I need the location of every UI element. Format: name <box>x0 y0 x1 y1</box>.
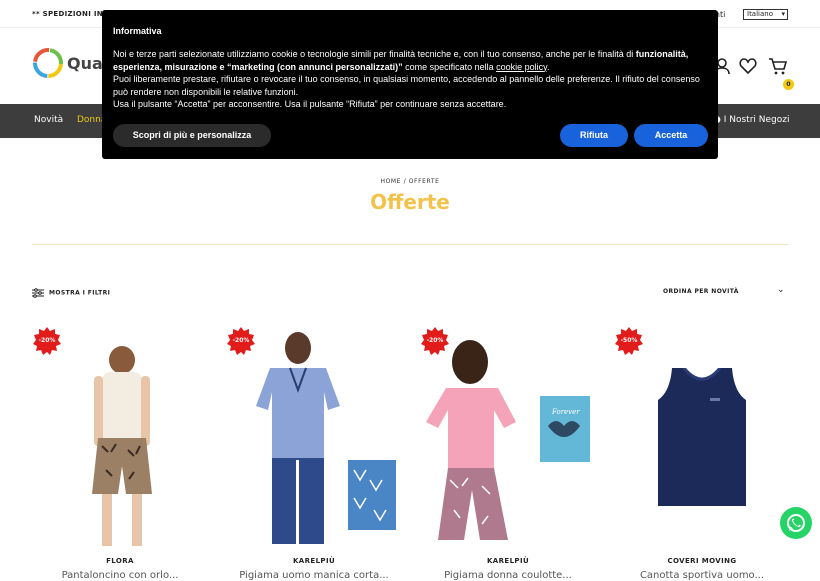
language-value: Italiano <box>747 10 773 18</box>
product-image[interactable]: Forever <box>424 340 594 544</box>
product-brand[interactable]: COVERI MOVING <box>614 557 790 565</box>
whatsapp-icon <box>787 514 805 532</box>
consent-title: Informativa <box>113 26 162 36</box>
product-brand[interactable]: FLORA <box>32 557 208 565</box>
chevron-down-icon: ▾ <box>781 10 785 18</box>
whatsapp-button[interactable] <box>780 507 812 539</box>
language-select[interactable]: Italiano ▾ <box>743 9 788 20</box>
consent-text: Puoi liberamente prestare, rifiutare o r… <box>113 74 700 97</box>
learn-more-button[interactable]: Scopri di più e personalizza <box>113 124 271 147</box>
show-filters-label: MOSTRA I FILTRI <box>49 289 111 297</box>
discount-badge: -20% <box>232 337 250 344</box>
product-name[interactable]: Canotta sportiva uomo... <box>614 570 790 581</box>
show-filters-button[interactable]: MOSTRA I FILTRI <box>32 288 110 298</box>
product-image[interactable] <box>236 330 396 544</box>
divider <box>32 244 788 245</box>
product-card[interactable]: Forever -20% KARELPIÙ Pigiama donna coul… <box>420 326 596 581</box>
discount-badge: -20% <box>38 337 56 344</box>
product-name[interactable]: Pigiama donna coulotte... <box>420 570 596 581</box>
product-name[interactable]: Pigiama uomo manica corta... <box>226 570 402 581</box>
nav-item-negozi[interactable]: ● I Nostri Negozi <box>713 115 789 125</box>
consent-text: come specificato nella <box>402 61 497 72</box>
logo-icon[interactable] <box>33 48 63 78</box>
sort-select[interactable]: ORDINA PER NOVITÀ <box>663 288 739 295</box>
nav-item-novita[interactable]: Novità <box>34 115 63 125</box>
product-brand[interactable]: KARELPIÙ <box>420 557 596 565</box>
product-name[interactable]: Pantaloncino con orlo... <box>32 570 208 581</box>
cart-icon[interactable] <box>768 56 788 76</box>
cookie-policy-link[interactable]: cookie policy <box>496 62 547 72</box>
discount-badge: -20% <box>426 337 444 344</box>
product-image[interactable] <box>654 368 750 508</box>
product-card[interactable]: -20% FLORA Pantaloncino con orlo... <box>32 326 208 581</box>
svg-text:Forever: Forever <box>551 408 580 416</box>
consent-text: Noi e terze parti selezionate utilizziam… <box>113 49 636 59</box>
heart-icon[interactable] <box>739 56 757 76</box>
reject-button[interactable]: Rifiuta <box>560 124 628 147</box>
breadcrumb[interactable]: HOME / OFFERTE <box>0 178 820 185</box>
chevron-down-icon[interactable]: ⌄ <box>777 285 785 295</box>
page-title: Offerte <box>370 190 450 214</box>
product-card[interactable]: -20% KARELPIÙ Pigiama uomo manica corta.… <box>226 326 402 581</box>
product-brand[interactable]: KARELPIÙ <box>226 557 402 565</box>
product-card[interactable]: -50% COVERI MOVING Canotta sportiva uomo… <box>614 326 790 581</box>
cart-count-badge: 0 <box>783 79 794 90</box>
accept-button[interactable]: Accetta <box>634 124 708 147</box>
product-image[interactable] <box>62 346 182 546</box>
consent-text: . <box>546 61 550 72</box>
cookie-consent-dialog: Informativa Noi e terze parti selezionat… <box>102 10 718 159</box>
nav-item-negozi-label: I Nostri Negozi <box>723 115 790 125</box>
discount-badge: -50% <box>620 337 638 344</box>
consent-text: Usa il pulsante “Accetta” per acconsenti… <box>113 99 507 109</box>
consent-body: Noi e terze parti selezionate utilizziam… <box>113 48 709 111</box>
filter-icon <box>32 288 44 298</box>
